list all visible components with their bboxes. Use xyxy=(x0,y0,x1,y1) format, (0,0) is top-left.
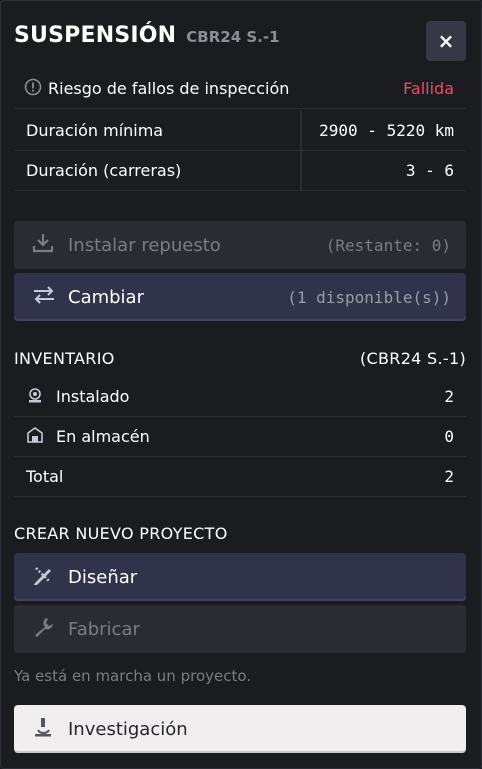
page-title: SUSPENSIÓN xyxy=(14,23,177,48)
new-project-header: CREAR NUEVO PROYECTO xyxy=(14,524,466,543)
download-icon xyxy=(32,233,68,258)
swap-available: (1 disponible(s)) xyxy=(287,287,451,307)
installed-value: 2 xyxy=(444,387,454,406)
part-code: CBR24 S.-1 xyxy=(186,28,280,46)
swap-arrows-icon xyxy=(32,285,68,309)
race-duration-row: Duración (carreras) 3 - 6 xyxy=(14,151,466,191)
race-duration-label: Duración (carreras) xyxy=(14,151,302,190)
min-duration-label: Duración mínima xyxy=(14,111,302,150)
installed-label: Instalado xyxy=(56,387,130,406)
research-button[interactable]: Investigación xyxy=(14,705,466,753)
design-label: Diseñar xyxy=(68,566,138,588)
inspection-risk-row: Riesgo de fallos de inspección Fallida xyxy=(14,69,466,109)
research-label: Investigación xyxy=(68,718,188,740)
inspection-risk-label: Riesgo de fallos de inspección xyxy=(48,79,290,98)
inventory-header: INVENTARIO (CBR24 S.-1) xyxy=(14,349,466,368)
install-part-label: Instalar repuesto xyxy=(68,234,221,256)
project-in-progress-note: Ya está en marcha un proyecto. xyxy=(14,667,252,685)
warehouse-icon xyxy=(26,426,56,448)
alert-circle-icon xyxy=(14,78,44,100)
inventory-part-code: (CBR24 S.-1) xyxy=(360,349,466,368)
wrench-icon xyxy=(32,616,68,643)
panel-header: SUSPENSIÓN CBR24 S.-1 xyxy=(14,23,280,48)
total-label: Total xyxy=(26,467,64,486)
inventory-installed-row: Instalado 2 xyxy=(14,377,466,417)
pencil-ruler-icon xyxy=(32,564,68,591)
close-icon: × xyxy=(437,29,455,53)
close-button[interactable]: × xyxy=(426,21,466,61)
total-value: 2 xyxy=(444,467,454,486)
design-button[interactable]: Diseñar xyxy=(14,553,466,601)
swap-part-button[interactable]: Cambiar (1 disponible(s)) xyxy=(14,273,466,321)
min-duration-value: 2900 - 5220 km xyxy=(319,121,454,140)
race-duration-value: 3 - 6 xyxy=(405,161,454,180)
min-duration-row: Duración mínima 2900 - 5220 km xyxy=(14,111,466,151)
build-button[interactable]: Fabricar xyxy=(14,605,466,653)
swap-part-label: Cambiar xyxy=(68,286,144,308)
build-label: Fabricar xyxy=(68,618,140,640)
install-part-button[interactable]: Instalar repuesto (Restante: 0) xyxy=(14,221,466,269)
inventory-title: INVENTARIO xyxy=(14,349,115,368)
inventory-total-row: Total 2 xyxy=(14,457,466,497)
car-parts-icon xyxy=(26,386,56,408)
new-project-title: CREAR NUEVO PROYECTO xyxy=(14,524,228,543)
microscope-icon xyxy=(32,716,68,743)
inventory-storage-row: En almacén 0 xyxy=(14,417,466,457)
storage-value: 0 xyxy=(444,427,454,446)
install-remaining: (Restante: 0) xyxy=(325,235,451,255)
inspection-risk-value: Fallida xyxy=(403,79,454,98)
part-details-panel: SUSPENSIÓN CBR24 S.-1 × Riesgo de fallos… xyxy=(0,0,482,769)
storage-label: En almacén xyxy=(56,427,150,446)
